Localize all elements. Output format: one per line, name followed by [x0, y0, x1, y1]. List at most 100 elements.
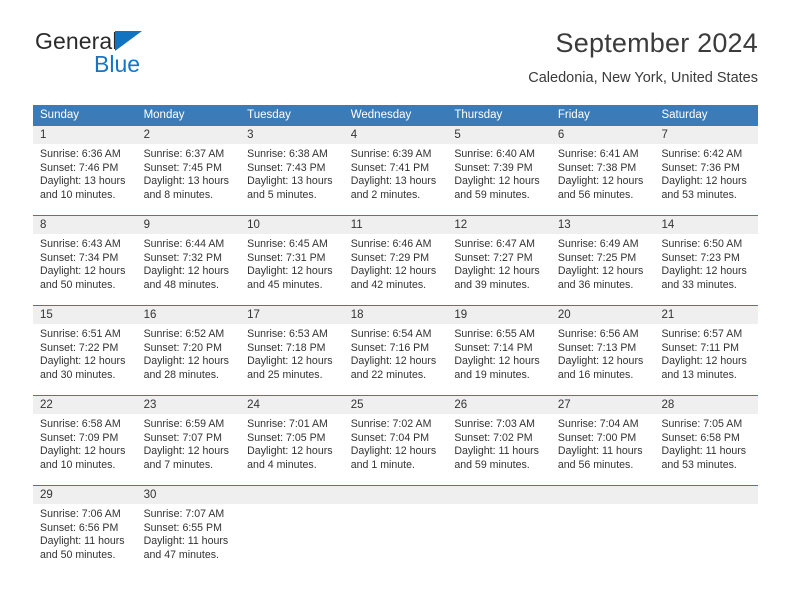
- sunrise-text: Sunrise: 6:58 AM: [40, 418, 121, 430]
- day-cell[interactable]: 2 Sunrise: 6:37 AM Sunset: 7:45 PM Dayli…: [136, 126, 241, 215]
- sunset-text: Sunset: 7:20 PM: [143, 341, 222, 354]
- day-cell[interactable]: 3 Sunrise: 6:38 AM Sunset: 7:43 PM Dayli…: [240, 126, 344, 215]
- day-cell[interactable]: 18 Sunrise: 6:54 AM Sunset: 7:16 PM Dayl…: [343, 306, 448, 395]
- daylight-text-line1: Daylight: 13 hours: [350, 175, 437, 188]
- day-cell[interactable]: 23 Sunrise: 6:59 AM Sunset: 7:07 PM Dayl…: [136, 396, 241, 485]
- day-details: Sunrise: 7:01 AM Sunset: 7:05 PM Dayligh…: [247, 418, 341, 472]
- sunset-text: Sunset: 7:46 PM: [40, 161, 119, 174]
- daylight-text-line2: and 53 minutes.: [661, 188, 737, 201]
- daylight-text-line1: Daylight: 12 hours: [350, 445, 437, 458]
- day-details: Sunrise: 6:52 AM Sunset: 7:20 PM Dayligh…: [144, 328, 238, 382]
- day-cell[interactable]: 12 Sunrise: 6:47 AM Sunset: 7:27 PM Dayl…: [447, 216, 551, 305]
- page-title: September 2024: [555, 28, 758, 58]
- day-details: Sunrise: 6:38 AM Sunset: 7:43 PM Dayligh…: [247, 148, 341, 202]
- daylight-text-line2: and 47 minutes.: [143, 548, 219, 561]
- day-number: 24: [247, 399, 260, 411]
- day-number: 1: [40, 129, 47, 141]
- sunrise-text: Sunrise: 7:02 AM: [350, 418, 432, 430]
- day-cell[interactable]: 16 Sunrise: 6:52 AM Sunset: 7:20 PM Dayl…: [136, 306, 241, 395]
- day-number: 20: [557, 309, 571, 321]
- daylight-text-line1: Daylight: 12 hours: [661, 175, 747, 188]
- day-details: Sunrise: 6:37 AM Sunset: 7:45 PM Dayligh…: [144, 148, 238, 202]
- sunset-text: Sunset: 7:23 PM: [661, 251, 740, 264]
- day-details: Sunrise: 7:04 AM Sunset: 7:00 PM Dayligh…: [558, 418, 652, 472]
- daylight-text-line1: Daylight: 11 hours: [454, 445, 539, 458]
- sunset-text: Sunset: 7:18 PM: [247, 341, 326, 354]
- daylight-text-line1: Daylight: 12 hours: [350, 265, 437, 278]
- day-cell[interactable]: 1 Sunrise: 6:36 AM Sunset: 7:46 PM Dayli…: [33, 126, 137, 215]
- day-cell[interactable]: 24 Sunrise: 7:01 AM Sunset: 7:05 PM Dayl…: [240, 396, 344, 485]
- daylight-text-line1: Daylight: 12 hours: [143, 355, 229, 368]
- day-cell[interactable]: 15 Sunrise: 6:51 AM Sunset: 7:22 PM Dayl…: [33, 306, 137, 395]
- page-header: General Blue September 2024 Caledonia, N…: [33, 26, 758, 96]
- daylight-text-line1: Daylight: 12 hours: [143, 265, 229, 278]
- day-cell[interactable]: 9 Sunrise: 6:44 AM Sunset: 7:32 PM Dayli…: [136, 216, 241, 305]
- day-number: 14: [661, 219, 675, 231]
- calendar-week-row: 8 Sunrise: 6:43 AM Sunset: 7:34 PM Dayli…: [33, 215, 759, 305]
- sunset-text: Sunset: 7:14 PM: [454, 341, 533, 354]
- day-cell[interactable]: 30 Sunrise: 7:07 AM Sunset: 6:55 PM Dayl…: [136, 486, 241, 574]
- day-number: 18: [350, 309, 364, 321]
- day-cell[interactable]: 19 Sunrise: 6:55 AM Sunset: 7:14 PM Dayl…: [447, 306, 551, 395]
- daylight-text-line2: and 22 minutes.: [350, 368, 427, 381]
- sunset-text: Sunset: 7:05 PM: [247, 431, 326, 444]
- day-details: Sunrise: 7:03 AM Sunset: 7:02 PM Dayligh…: [454, 418, 548, 472]
- sunset-text: Sunset: 7:43 PM: [247, 161, 326, 174]
- weekday-header-wednesday: Wednesday: [350, 109, 412, 121]
- day-cell[interactable]: 10 Sunrise: 6:45 AM Sunset: 7:31 PM Dayl…: [240, 216, 344, 305]
- daylight-text-line1: Daylight: 13 hours: [143, 175, 229, 188]
- sunset-text: Sunset: 7:32 PM: [143, 251, 222, 264]
- sunrise-text: Sunrise: 6:38 AM: [247, 148, 328, 160]
- day-cell[interactable]: 20 Sunrise: 6:56 AM Sunset: 7:13 PM Dayl…: [550, 306, 655, 395]
- sunset-text: Sunset: 7:22 PM: [40, 341, 119, 354]
- daylight-text-line1: Daylight: 12 hours: [350, 355, 437, 368]
- day-cell[interactable]: 21 Sunrise: 6:57 AM Sunset: 7:11 PM Dayl…: [654, 306, 759, 395]
- day-cell[interactable]: 29 Sunrise: 7:06 AM Sunset: 6:56 PM Dayl…: [33, 486, 137, 574]
- day-cell[interactable]: 11 Sunrise: 6:46 AM Sunset: 7:29 PM Dayl…: [343, 216, 448, 305]
- day-cell-empty: [550, 486, 655, 574]
- day-details: Sunrise: 7:05 AM Sunset: 6:58 PM Dayligh…: [661, 418, 755, 472]
- day-cell[interactable]: 27 Sunrise: 7:04 AM Sunset: 7:00 PM Dayl…: [550, 396, 655, 485]
- daylight-text-line2: and 42 minutes.: [350, 278, 427, 291]
- day-number: 21: [661, 309, 675, 321]
- sunrise-text: Sunrise: 7:05 AM: [661, 418, 743, 430]
- title-block: September 2024 Caledonia, New York, Unit…: [238, 26, 758, 88]
- daylight-text-line1: Daylight: 12 hours: [454, 355, 540, 368]
- sunset-text: Sunset: 7:09 PM: [40, 431, 119, 444]
- day-cell[interactable]: 13 Sunrise: 6:49 AM Sunset: 7:25 PM Dayl…: [550, 216, 655, 305]
- sunrise-text: Sunrise: 7:03 AM: [454, 418, 535, 430]
- day-cell[interactable]: 25 Sunrise: 7:02 AM Sunset: 7:04 PM Dayl…: [343, 396, 448, 485]
- daylight-text-line2: and 56 minutes.: [557, 458, 634, 471]
- daylight-text-line1: Daylight: 12 hours: [40, 445, 126, 458]
- day-number: 8: [40, 219, 47, 231]
- sunrise-text: Sunrise: 6:47 AM: [454, 238, 535, 250]
- day-details: Sunrise: 6:58 AM Sunset: 7:09 PM Dayligh…: [40, 418, 134, 472]
- day-cell[interactable]: 7 Sunrise: 6:42 AM Sunset: 7:36 PM Dayli…: [654, 126, 759, 215]
- day-details: Sunrise: 6:46 AM Sunset: 7:29 PM Dayligh…: [351, 238, 445, 292]
- weekday-header-tuesday: Tuesday: [247, 109, 291, 121]
- daylight-text-line2: and 13 minutes.: [661, 368, 737, 381]
- day-cell[interactable]: 22 Sunrise: 6:58 AM Sunset: 7:09 PM Dayl…: [33, 396, 137, 485]
- day-number: 13: [557, 219, 571, 231]
- sunset-text: Sunset: 7:11 PM: [661, 341, 740, 354]
- day-details: Sunrise: 6:41 AM Sunset: 7:38 PM Dayligh…: [558, 148, 652, 202]
- calendar-grid: Sunday Monday Tuesday Wednesday Thursday…: [33, 105, 759, 574]
- daylight-text-line2: and 16 minutes.: [557, 368, 634, 381]
- daylight-text-line1: Daylight: 12 hours: [557, 355, 644, 368]
- day-cell[interactable]: 14 Sunrise: 6:50 AM Sunset: 7:23 PM Dayl…: [654, 216, 759, 305]
- day-number: 9: [143, 219, 150, 231]
- day-cell[interactable]: 28 Sunrise: 7:05 AM Sunset: 6:58 PM Dayl…: [654, 396, 759, 485]
- sunset-text: Sunset: 7:13 PM: [557, 341, 637, 354]
- day-cell[interactable]: 6 Sunrise: 6:41 AM Sunset: 7:38 PM Dayli…: [550, 126, 655, 215]
- daylight-text-line2: and 33 minutes.: [661, 278, 737, 291]
- day-cell[interactable]: 4 Sunrise: 6:39 AM Sunset: 7:41 PM Dayli…: [343, 126, 448, 215]
- day-cell[interactable]: 17 Sunrise: 6:53 AM Sunset: 7:18 PM Dayl…: [240, 306, 344, 395]
- day-cell[interactable]: 26 Sunrise: 7:03 AM Sunset: 7:02 PM Dayl…: [447, 396, 551, 485]
- weekday-header-monday: Monday: [143, 109, 185, 121]
- day-details: Sunrise: 6:39 AM Sunset: 7:41 PM Dayligh…: [351, 148, 445, 202]
- calendar-week-row: 1 Sunrise: 6:36 AM Sunset: 7:46 PM Dayli…: [33, 125, 759, 215]
- sunrise-text: Sunrise: 6:56 AM: [557, 328, 639, 340]
- day-cell[interactable]: 5 Sunrise: 6:40 AM Sunset: 7:39 PM Dayli…: [447, 126, 551, 215]
- day-cell[interactable]: 8 Sunrise: 6:43 AM Sunset: 7:34 PM Dayli…: [33, 216, 137, 305]
- sunrise-text: Sunrise: 6:54 AM: [350, 328, 432, 340]
